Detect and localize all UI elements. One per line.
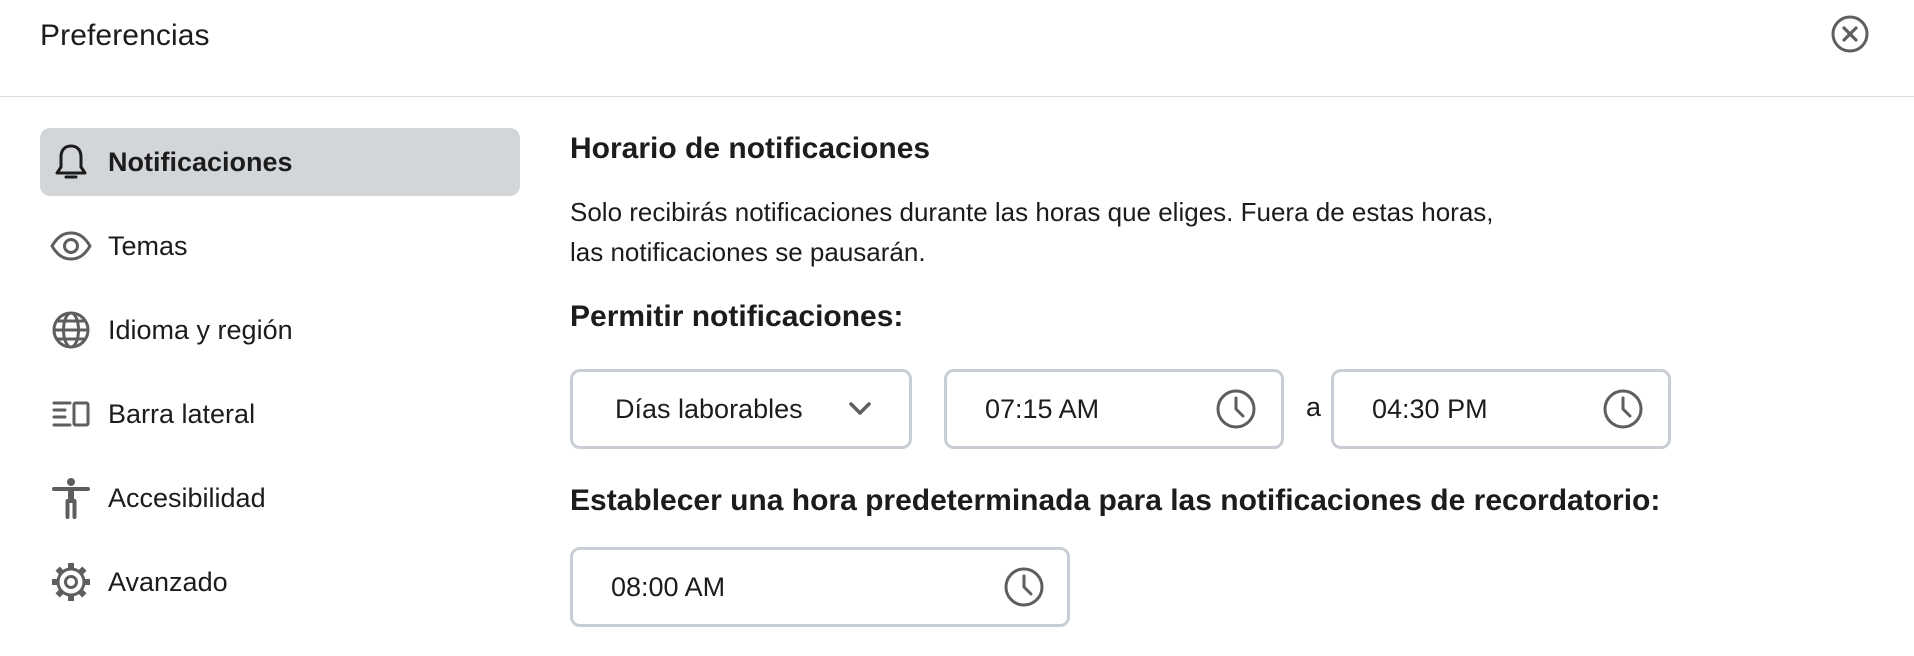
sidebar-item-temas[interactable]: Temas bbox=[40, 212, 520, 280]
close-button[interactable] bbox=[1830, 14, 1870, 59]
clock-icon bbox=[1602, 388, 1644, 430]
sidebar-icon bbox=[50, 393, 92, 435]
preferences-modal: Preferencias Notificaciones Temas Idioma… bbox=[0, 0, 1914, 656]
sidebar-item-barra-lateral[interactable]: Barra lateral bbox=[40, 380, 520, 448]
end-time-value: 04:30 PM bbox=[1372, 393, 1488, 424]
sidebar-item-label: Avanzado bbox=[108, 566, 228, 597]
sidebar-item-label: Barra lateral bbox=[108, 398, 256, 429]
sidebar-item-avanzado[interactable]: Avanzado bbox=[40, 548, 520, 616]
eye-icon bbox=[50, 225, 92, 267]
accessibility-icon bbox=[50, 477, 92, 519]
reminder-time-picker[interactable]: 08:00 AM bbox=[570, 547, 1070, 627]
clock-icon bbox=[1003, 566, 1045, 608]
sidebar-item-accesibilidad[interactable]: Accesibilidad bbox=[40, 464, 520, 532]
modal-header: Preferencias bbox=[0, 0, 1914, 97]
start-time-value: 07:15 AM bbox=[985, 393, 1100, 424]
sidebar-item-label: Notificaciones bbox=[108, 146, 293, 177]
preferences-sidebar: Notificaciones Temas Idioma y región Bar… bbox=[40, 128, 520, 632]
days-select-value: Días laborables bbox=[615, 393, 803, 424]
time-range-separator: a bbox=[1306, 392, 1322, 422]
gear-icon bbox=[50, 561, 92, 603]
clock-icon bbox=[1215, 388, 1257, 430]
sidebar-item-label: Accesibilidad bbox=[108, 482, 266, 513]
reminder-time-label: Establecer una hora predeterminada para … bbox=[570, 484, 1661, 517]
days-select[interactable]: Días laborables bbox=[570, 369, 912, 449]
sidebar-item-label: Idioma y región bbox=[108, 314, 293, 345]
globe-icon bbox=[50, 309, 92, 351]
bell-icon bbox=[50, 141, 92, 183]
allow-notifications-label: Permitir notificaciones: bbox=[570, 300, 904, 333]
section-title: Horario de notificaciones bbox=[570, 132, 931, 165]
chevron-down-icon bbox=[839, 388, 881, 430]
modal-title: Preferencias bbox=[40, 19, 210, 52]
sidebar-item-idioma[interactable]: Idioma y región bbox=[40, 296, 520, 364]
section-description: Solo recibirás notificaciones durante la… bbox=[570, 197, 1494, 267]
start-time-picker[interactable]: 07:15 AM bbox=[944, 369, 1284, 449]
reminder-time-value: 08:00 AM bbox=[611, 571, 726, 602]
sidebar-item-notificaciones[interactable]: Notificaciones bbox=[40, 128, 520, 196]
sidebar-item-label: Temas bbox=[108, 230, 188, 261]
end-time-picker[interactable]: 04:30 PM bbox=[1331, 369, 1671, 449]
close-circle-icon bbox=[1830, 14, 1870, 59]
